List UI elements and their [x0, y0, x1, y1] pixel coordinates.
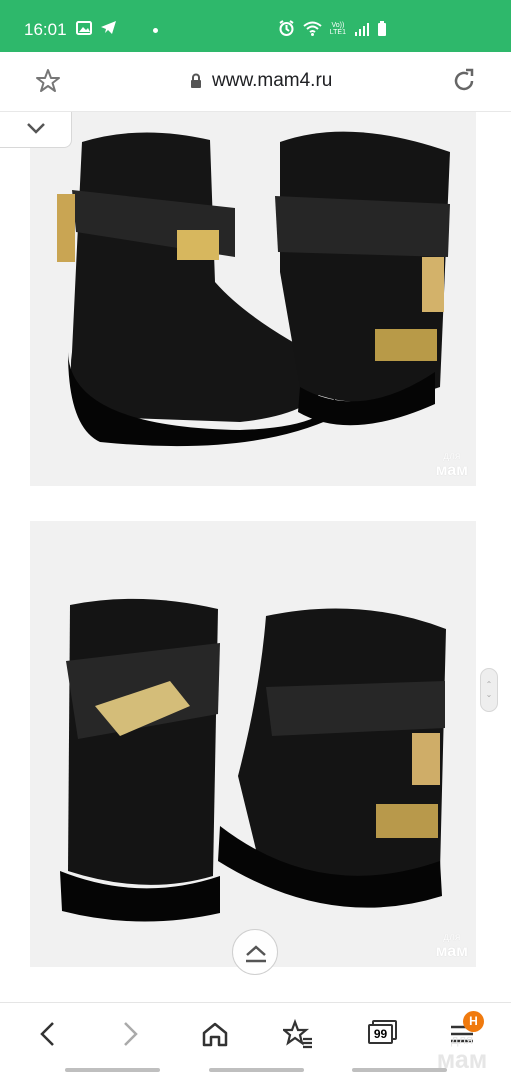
- status-notifications: [76, 20, 117, 35]
- forward-arrow-icon[interactable]: [115, 1019, 145, 1049]
- gesture-bar-right[interactable]: [352, 1068, 447, 1072]
- status-system-icons: Vo)) LTE1: [278, 20, 387, 37]
- wifi-icon: [303, 21, 322, 36]
- home-icon[interactable]: [200, 1019, 230, 1049]
- status-time: 16:01: [24, 20, 67, 39]
- browser-address-bar: www.mam4.ru: [0, 52, 511, 112]
- telegram-notification-icon: [101, 21, 116, 34]
- tab-count: 99: [368, 1024, 393, 1044]
- url-text: www.mam4.ru: [212, 70, 333, 91]
- back-arrow-icon[interactable]: [33, 1019, 63, 1049]
- page-watermark: для мам: [426, 1030, 498, 1073]
- product-photo-boots-side[interactable]: для мам: [30, 521, 476, 967]
- network-type-label: Vo)) LTE1: [330, 22, 346, 36]
- collapse-panel-button[interactable]: [0, 112, 72, 148]
- scroll-to-top-button[interactable]: [232, 929, 278, 975]
- notification-dot-icon: [153, 28, 158, 33]
- bookmarks-icon[interactable]: [283, 1019, 313, 1049]
- bookmark-star-icon[interactable]: [35, 68, 61, 94]
- arrow-up-icon: [246, 945, 266, 963]
- photo-watermark: для мам: [435, 931, 468, 960]
- page-scroll-handle[interactable]: ⌃ ⌄: [480, 668, 498, 712]
- battery-icon: [378, 20, 386, 36]
- watermark-large-text: мам: [435, 943, 468, 960]
- status-bar: 16:01 Vo)) LTE1: [0, 0, 511, 52]
- lock-icon: [191, 73, 201, 88]
- image-notification-icon: [76, 20, 92, 35]
- gesture-bar-center[interactable]: [209, 1068, 304, 1072]
- signal-strength-icon: [355, 22, 369, 36]
- watermark-large-text: мам: [435, 462, 468, 479]
- gesture-bar-left[interactable]: [65, 1068, 160, 1072]
- network-type-bottom: LTE1: [329, 28, 346, 36]
- page-content[interactable]: для мам для мам ⌃ ⌄: [0, 112, 511, 1002]
- network-type-top: Vo)): [331, 21, 345, 29]
- chevron-down-icon: [27, 123, 45, 134]
- notification-badge: H: [463, 1011, 484, 1032]
- url-field[interactable]: www.mam4.ru: [190, 70, 332, 92]
- alarm-icon: [279, 20, 294, 36]
- tabs-button[interactable]: 99: [365, 1019, 397, 1049]
- photo-watermark: для мам: [435, 450, 468, 479]
- product-photo-boots-front[interactable]: для мам: [30, 112, 476, 486]
- reload-icon[interactable]: [451, 68, 477, 94]
